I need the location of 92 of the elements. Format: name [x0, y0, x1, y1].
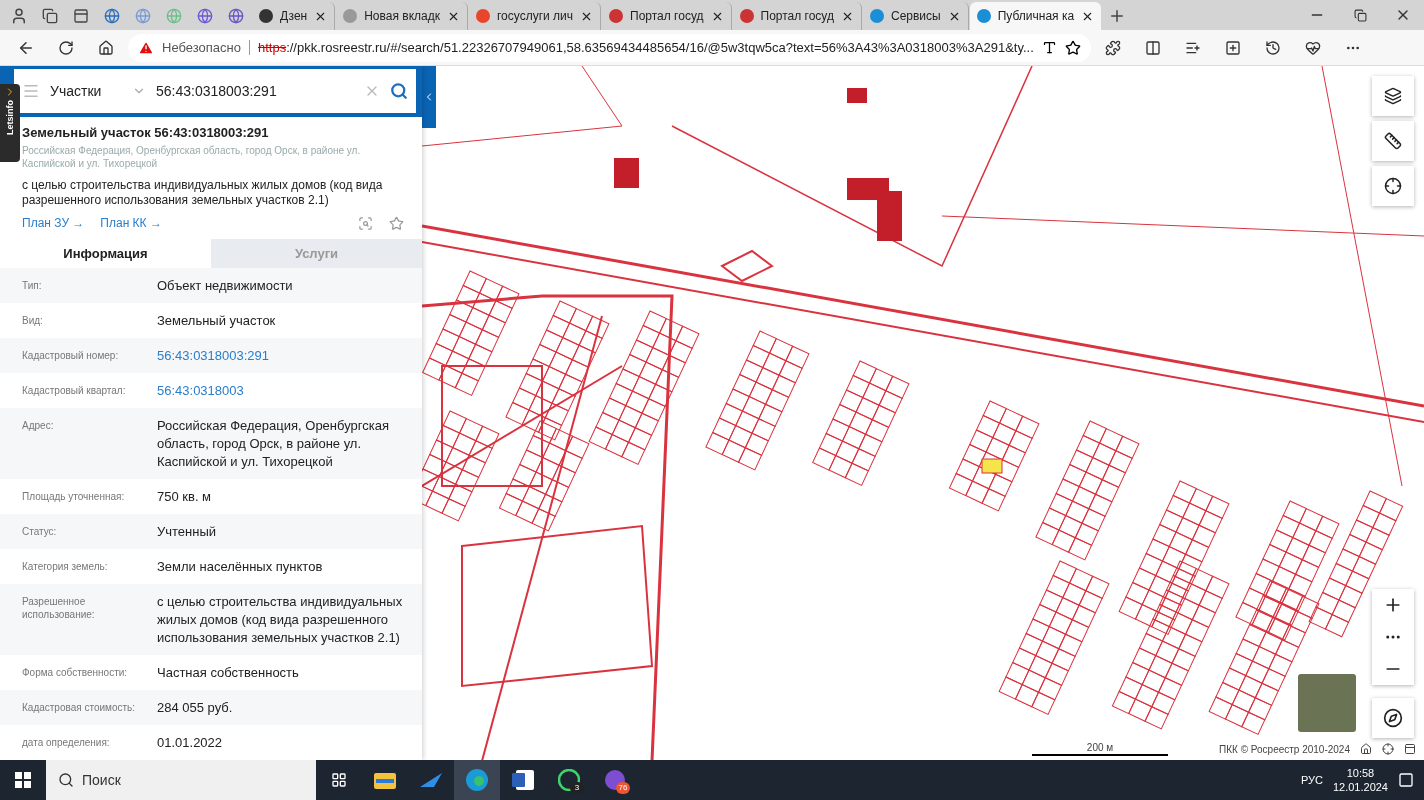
favicon-icon	[609, 9, 623, 23]
plan-link[interactable]: План ЗУ →	[22, 216, 85, 231]
notifications-icon[interactable]	[1398, 772, 1414, 788]
taskbar-app[interactable]: 76	[592, 760, 638, 800]
taskbar-search-field[interactable]: Поиск	[46, 760, 316, 800]
field-value: с целью строительства индивидуальных жилых домов (код вида разрешенного использования земельных участков 2.1)	[157, 593, 404, 647]
task-view-icon[interactable]	[331, 772, 347, 788]
field-label: Кадастровый квартал:	[22, 384, 127, 398]
field-label: Кадастровый номер:	[22, 349, 120, 363]
clock[interactable]: 10:58 12.01.2024	[1332, 766, 1388, 794]
search-field[interactable]: Участки 56:43:0318003:291	[14, 69, 416, 114]
field-label: Площадь уточненная:	[22, 490, 126, 504]
reload-icon[interactable]	[58, 39, 74, 56]
field-link[interactable]: 56:43:0318003:291	[157, 347, 412, 365]
tab-actions-icon[interactable]	[73, 8, 89, 24]
compass-icon[interactable]	[1383, 708, 1403, 728]
search-icon[interactable]	[58, 772, 74, 788]
globe-icon[interactable]	[228, 8, 244, 24]
search-icon[interactable]	[390, 82, 408, 101]
object-address: Российская Федерация, Оренбургская область, город Орск, в районе ул. Каспийской и ул. Тихорецкой	[22, 143, 362, 170]
favicon-icon	[870, 9, 884, 23]
favicon-icon	[343, 9, 358, 23]
field-value: Объект недвижимости	[157, 277, 294, 295]
folder-icon	[374, 771, 396, 789]
notification-count: 3	[570, 782, 584, 794]
windows-logo-icon[interactable]	[15, 772, 31, 788]
history-icon[interactable]	[1264, 39, 1281, 56]
satellite-thumbnail[interactable]	[1298, 674, 1356, 732]
search-value: 56:43:0318003:291	[156, 83, 278, 100]
favicon-icon	[739, 9, 754, 23]
field-label: Вид:	[22, 314, 44, 328]
field-value: Земельный участок	[157, 312, 277, 330]
plan-link[interactable]: План КК →	[100, 216, 162, 231]
field-label: Тип:	[22, 279, 43, 293]
crosshair-icon[interactable]	[1384, 177, 1402, 195]
field-label: Кадастровая стоимость:	[22, 701, 137, 715]
window-icon[interactable]	[1404, 743, 1416, 755]
attribution-text: ПКК © Росреестр 2010-2024	[1219, 743, 1350, 755]
chat-icon	[558, 769, 580, 791]
word-icon	[512, 770, 534, 790]
favicon-icon	[259, 9, 273, 23]
scale-bar: 200 м	[1032, 742, 1168, 756]
field-value: Земли населённых пунктов	[157, 558, 324, 576]
heart-pulse-icon[interactable]	[1304, 39, 1321, 56]
ruler-icon[interactable]	[1384, 132, 1402, 150]
field-value: Частная собственность	[157, 664, 300, 682]
field-value: 284 055 руб.	[157, 699, 234, 717]
compass-button[interactable]	[1372, 698, 1414, 738]
field-label: дата определения:	[22, 736, 111, 750]
zoom-in-button[interactable]	[1372, 589, 1414, 621]
ruler-button[interactable]	[1372, 121, 1414, 161]
layers-icon[interactable]	[1384, 87, 1402, 105]
split-screen-icon[interactable]	[1144, 39, 1161, 56]
field-link[interactable]: 56:43:0318003	[157, 382, 412, 400]
search-placeholder: Поиск	[82, 772, 121, 788]
user-icon[interactable]	[10, 7, 28, 25]
browser-tab[interactable]: Публичная ка	[969, 2, 1102, 30]
category-select[interactable]: Участки	[50, 83, 122, 100]
favicon-icon	[976, 9, 991, 23]
field-label: Статус:	[22, 525, 58, 539]
workspaces-icon[interactable]	[42, 8, 58, 24]
notification-count: 76	[616, 782, 630, 794]
taskbar-app[interactable]: 3	[546, 760, 592, 800]
layers-button[interactable]	[1372, 76, 1414, 116]
language-indicator[interactable]: РУС	[1300, 774, 1323, 786]
warning-icon	[138, 39, 154, 56]
field-value: Учтенный	[157, 523, 218, 541]
object-purpose: с целью строительства индивидуальных жилых домов (код вида разрешенного использования земельных участков 2.1)	[22, 177, 384, 208]
address-field[interactable]: Небезопасно https://pkk.rosreestr.ru/#/search/51.22326707949061,58.63569434485654/16/@5w3tqw5ca?text=56%3A43%3A0318003%3A291&ty...	[128, 33, 1091, 62]
read-aloud-icon[interactable]	[1041, 40, 1057, 55]
field-value: 750 кв. м	[157, 488, 213, 506]
field-value: Российская Федерация, Оренбургская область, город Орск, в районе ул. Каспийской и ул. Тихорецкой	[157, 417, 390, 471]
field-label: Разрешенное использование:	[22, 595, 96, 622]
security-label: Небезопасно	[162, 40, 250, 55]
favorite-icon[interactable]	[1064, 39, 1081, 56]
field-value: 01.01.2022	[157, 734, 224, 752]
field-label: Категория земель:	[22, 560, 109, 574]
field-label: Адрес:	[22, 419, 55, 433]
object-title: Земельный участок 56:43:0318003:291	[22, 124, 270, 140]
home-icon[interactable]	[98, 39, 114, 56]
favicon-icon	[476, 9, 490, 23]
globe-icon[interactable]	[104, 8, 120, 24]
locate-button[interactable]	[1372, 166, 1414, 206]
collections-icon[interactable]	[1224, 39, 1241, 56]
field-label: Форма собственности:	[22, 666, 129, 680]
home-icon[interactable]	[1360, 743, 1372, 755]
globe-icon[interactable]	[197, 8, 213, 24]
restore-icon[interactable]	[1353, 8, 1367, 22]
side-tab[interactable]: Letsinfo	[0, 84, 20, 162]
puzzle-icon[interactable]	[1104, 39, 1121, 56]
edge-icon	[466, 769, 488, 791]
url-text: https://pkk.rosreestr.ru/#/search/51.22326707949061,58.63569434485654/16/@5w3tqw5ca?text=56%3A43%3A0318003%3A291&ty...	[257, 40, 1034, 55]
